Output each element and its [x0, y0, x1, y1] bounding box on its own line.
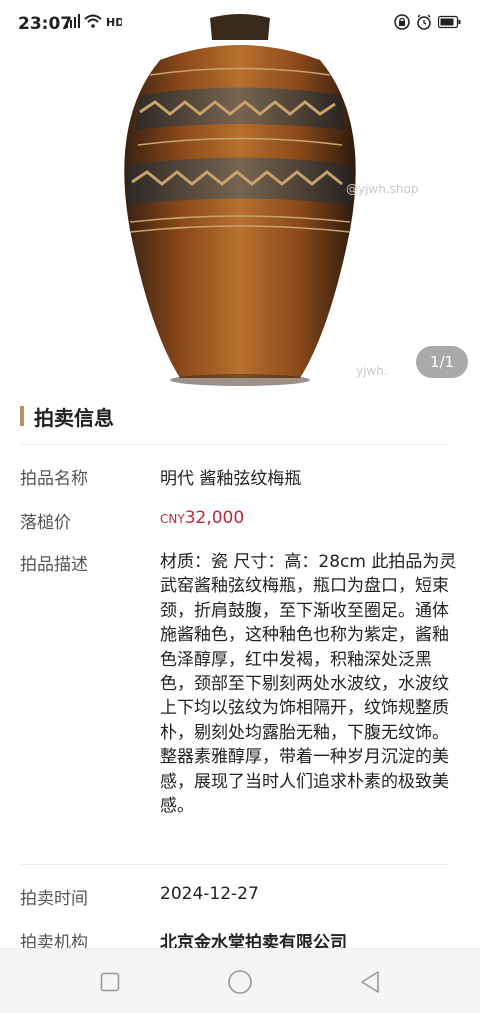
lock-icon	[394, 14, 410, 30]
hammer-price-value: CNY32,000	[160, 508, 460, 533]
lot-description-row: 拍品描述 材质：瓷 尺寸：高：28cm 此拍品为灵武窑酱釉弦纹梅瓶，瓶口为盘口，…	[20, 550, 460, 818]
watermark-text: yjwh.	[356, 364, 388, 378]
status-bar: 23:07 HD	[0, 0, 480, 48]
price-amount: 32,000	[184, 508, 245, 528]
auction-date-value: 2024-12-27	[160, 884, 259, 904]
hammer-price-row: 落槌价 CNY32,000	[20, 508, 460, 533]
home-button[interactable]	[225, 967, 255, 997]
auction-date-row: 拍卖时间 2024-12-27	[20, 884, 460, 909]
divider	[20, 444, 448, 445]
lot-description-value: 材质：瓷 尺寸：高：28cm 此拍品为灵武窑酱釉弦纹梅瓶，瓶口为盘口，短束颈，折…	[160, 552, 457, 817]
image-counter: 1/1	[416, 346, 468, 378]
triangle-back-icon	[361, 971, 379, 993]
lot-name-value: 明代 酱釉弦纹梅瓶	[160, 469, 302, 489]
lot-name-label: 拍品名称	[20, 469, 88, 489]
status-time: 23:07	[18, 14, 73, 34]
hd-icon: HD	[106, 16, 122, 28]
section-title: 拍卖信息	[34, 405, 114, 430]
divider	[20, 864, 448, 865]
lot-description-label: 拍品描述	[20, 555, 88, 575]
recent-apps-button[interactable]	[95, 967, 125, 997]
back-button[interactable]	[355, 967, 385, 997]
price-currency: CNY	[160, 512, 185, 526]
auction-info-header: 拍卖信息	[20, 400, 114, 432]
system-nav-bar	[0, 948, 480, 1013]
battery-icon	[438, 15, 461, 29]
product-image-carousel[interactable]: @yjwh.shop yjwh. 1/1	[0, 0, 480, 390]
svg-text:HD: HD	[106, 16, 122, 28]
lot-name-row: 拍品名称 明代 酱釉弦纹梅瓶	[20, 464, 460, 489]
circle-icon	[228, 970, 252, 994]
auction-date-label: 拍卖时间	[20, 889, 88, 909]
signal-icon	[66, 14, 80, 28]
watermark-text: @yjwh.shop	[346, 182, 419, 196]
square-icon	[100, 972, 120, 992]
hammer-price-label: 落槌价	[20, 513, 71, 533]
wifi-icon	[84, 14, 102, 28]
section-accent-bar	[20, 406, 24, 426]
alarm-icon	[417, 14, 431, 30]
